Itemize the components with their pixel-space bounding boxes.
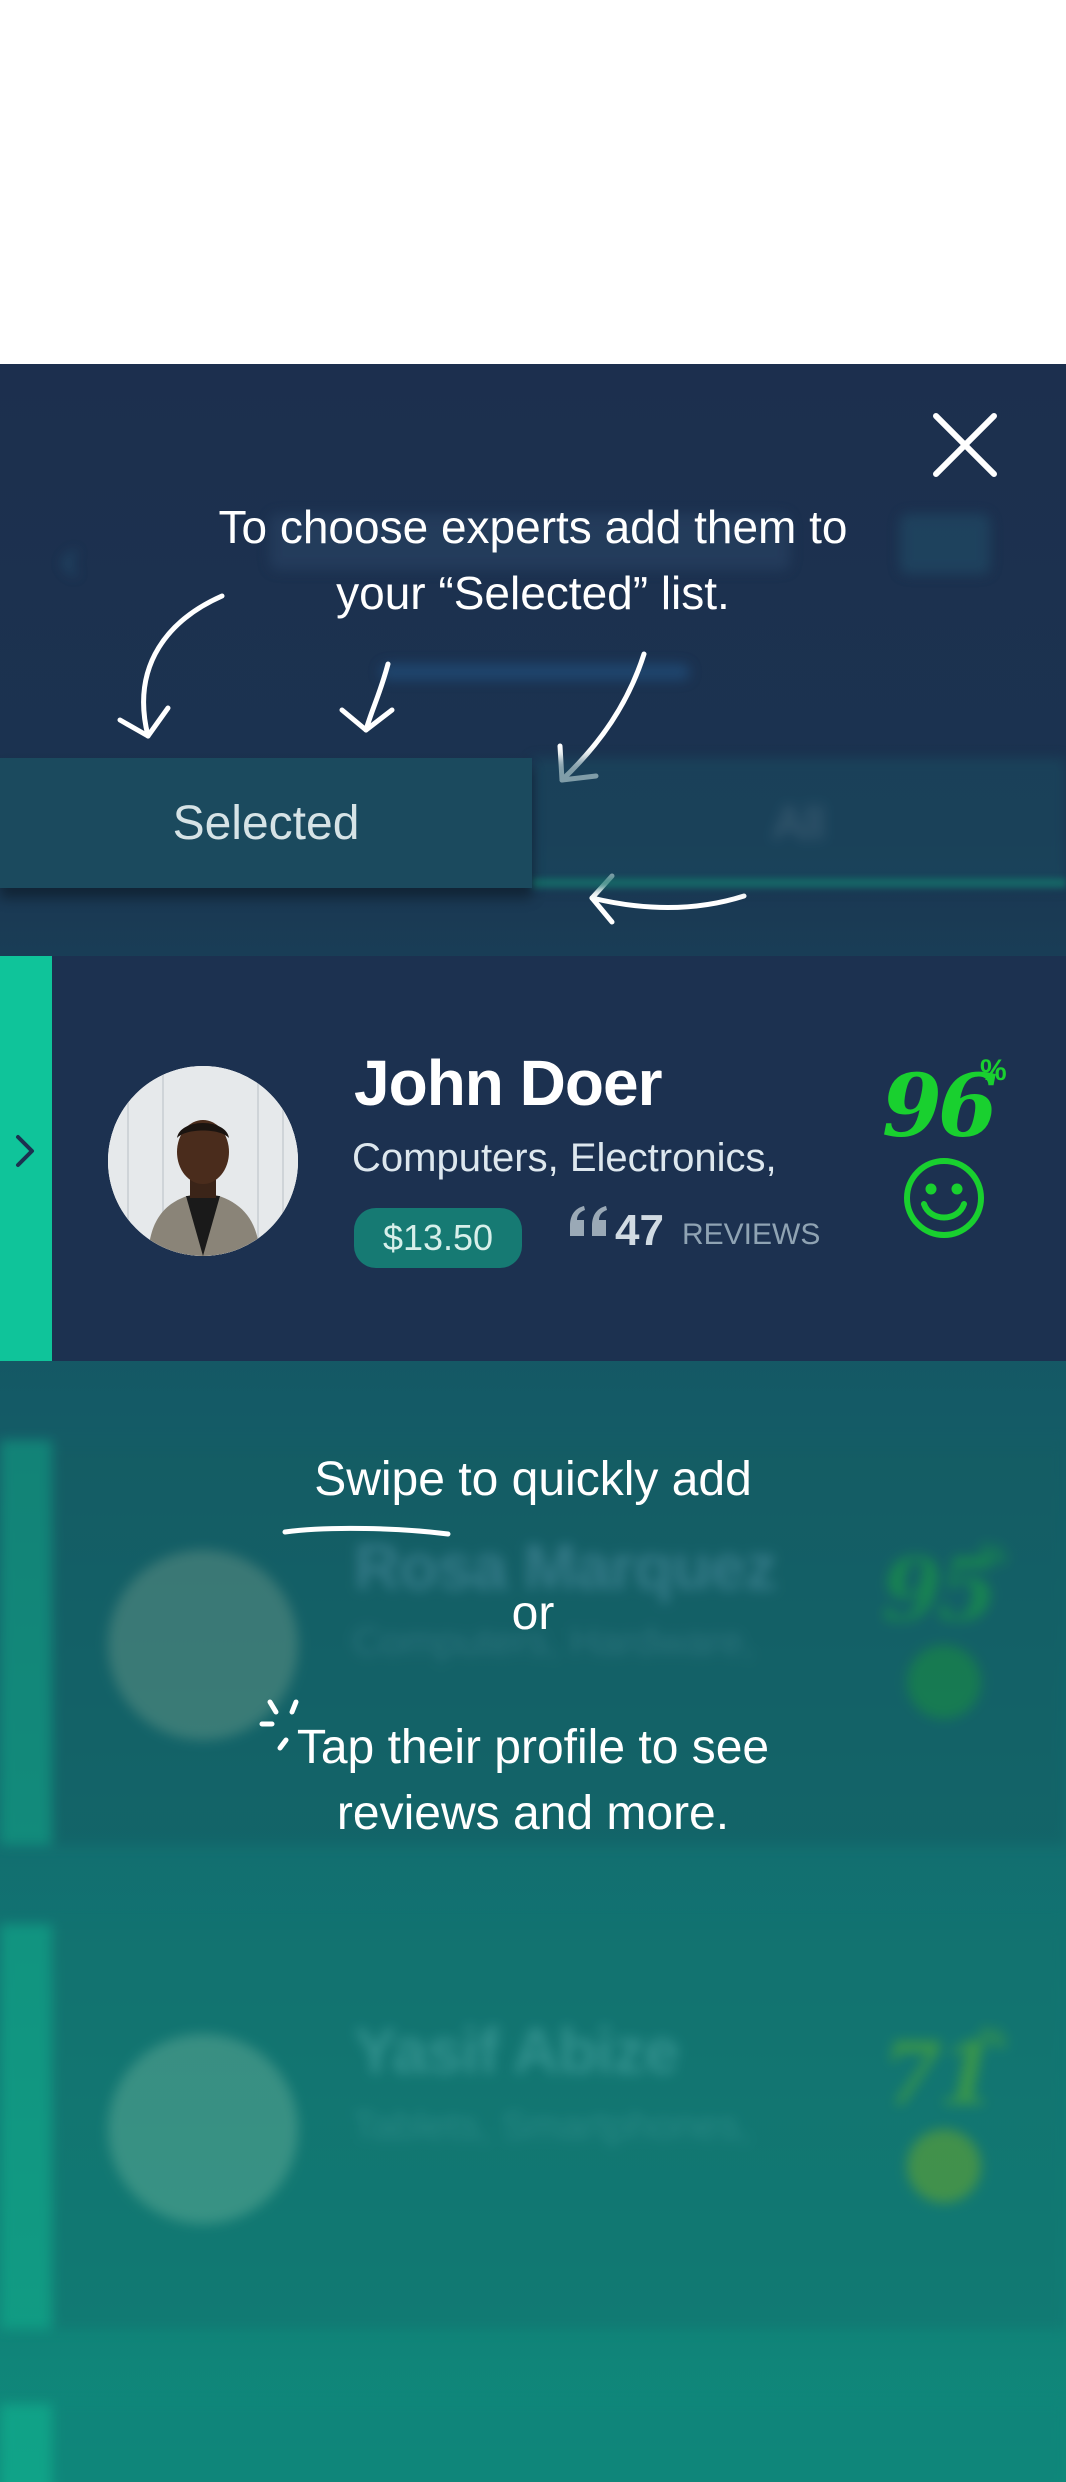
price-badge: $13.50 <box>354 1208 522 1268</box>
tab-all-indicator <box>532 878 1066 888</box>
status-area <box>0 0 1066 364</box>
expert-card[interactable]: Yasif Abize Tablets, Smartphones, 71 % <box>0 1924 1066 2329</box>
expert-card[interactable]: John Doer Computers, Electronics, $13.50… <box>0 956 1066 1361</box>
swipe-hint: Swipe to quickly add <box>0 1452 1066 1507</box>
tab-all[interactable]: All <box>532 758 1066 888</box>
or-text: or <box>511 1587 555 1640</box>
expert-categories: Tablets, Smartphones, <box>352 2104 750 2148</box>
tab-all-label: All <box>773 797 825 849</box>
onboarding-overlay: ‹ To choose experts add them to your “Se… <box>0 364 1066 2482</box>
expert-name: Yasif Abize <box>354 2015 680 2087</box>
expert-name: John Doer <box>354 1047 662 1119</box>
swipe-handle[interactable] <box>0 956 52 1361</box>
expert-card-body: Yasif Abize Tablets, Smartphones, 71 % <box>52 1924 1066 2329</box>
quote-icon <box>570 1206 607 1236</box>
tap-hint-line-1: Tap their profile to see <box>296 1721 770 1774</box>
rating-percent-sign: % <box>980 1538 1007 1571</box>
avatar[interactable] <box>108 2034 298 2224</box>
expert-card-body: John Doer Computers, Electronics, $13.50… <box>52 956 1066 1361</box>
chevron-right-icon <box>16 1135 34 1167</box>
tab-bar: All Selected <box>0 758 1066 898</box>
rating-percent: 96 <box>882 1056 998 1157</box>
swipe-handle[interactable] <box>0 1924 52 2329</box>
swipe-hint-word: Swipe <box>314 1453 445 1506</box>
rating-percent-sign: % <box>980 2022 1007 2055</box>
rating-percent-sign: % <box>980 1054 1007 1087</box>
smiley-icon <box>907 1645 981 1719</box>
smiley-icon <box>904 1158 984 1238</box>
expert-card-partial <box>0 2404 1066 2482</box>
smiley-icon <box>907 2129 981 2203</box>
tab-selected-label: Selected <box>172 796 360 850</box>
reviews-label: REVIEWS <box>682 1218 821 1251</box>
swipe-underline <box>282 1525 451 1537</box>
swipe-hint-rest: to quickly add <box>458 1453 752 1506</box>
tab-selected[interactable]: Selected <box>0 758 532 888</box>
expert-categories: Computers, Electronics, <box>352 1136 777 1180</box>
tap-hint-line-2: reviews and more. <box>336 1787 730 1840</box>
avatar[interactable] <box>108 1066 298 1256</box>
rating-percent: 71 <box>882 2024 998 2125</box>
review-count: 47 <box>615 1206 664 1255</box>
